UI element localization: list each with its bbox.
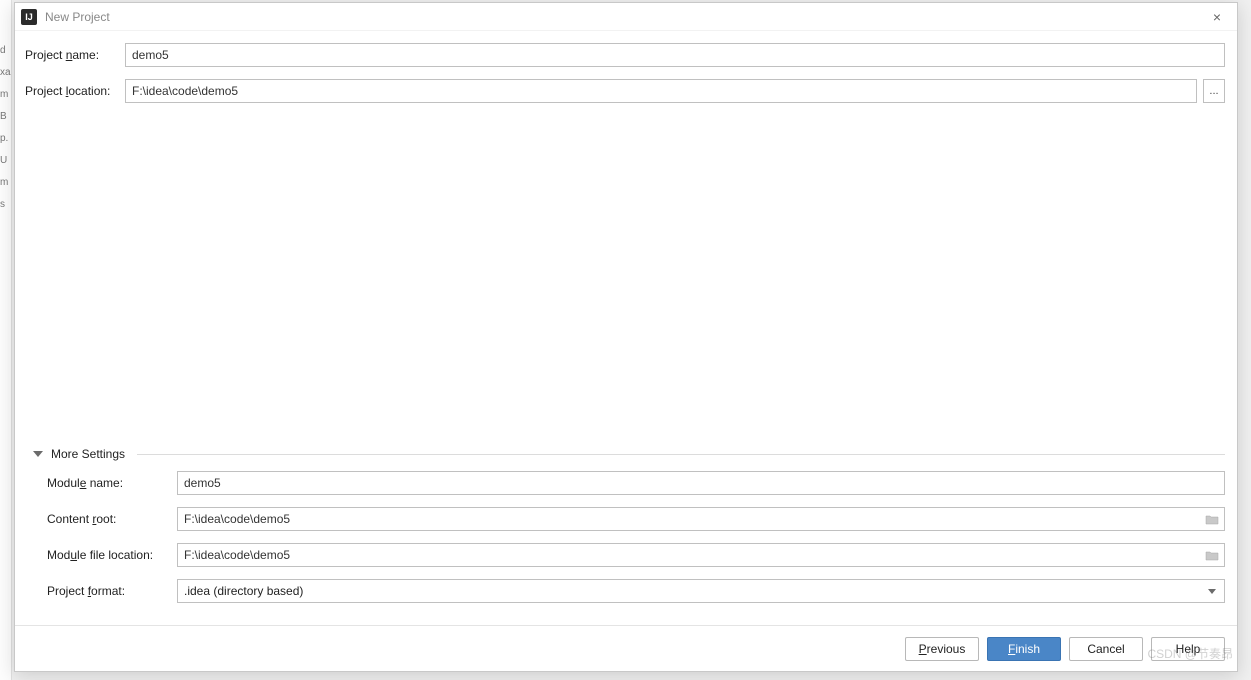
project-name-input[interactable] [125,43,1225,67]
module-file-location-label: Module file location: [47,548,177,562]
module-file-location-input[interactable] [177,543,1225,567]
finish-button[interactable]: Finish [987,637,1061,661]
more-settings-header[interactable]: More Settings [33,447,1225,461]
content-root-label: Content root: [47,512,177,526]
folder-icon[interactable] [1205,514,1219,525]
module-file-location-row: Module file location: [47,543,1225,567]
content-spacer [25,115,1225,439]
dialog-content: Project name: Project location: ... More… [15,31,1237,625]
button-bar: Previous Finish Cancel Help [15,625,1237,671]
more-settings-label: More Settings [51,447,125,461]
project-location-label: Project location: [25,84,125,98]
project-format-value: .idea (directory based) [184,584,303,598]
close-icon[interactable]: × [1203,9,1231,25]
folder-icon[interactable] [1205,550,1219,561]
project-name-row: Project name: [25,43,1225,67]
browse-location-button[interactable]: ... [1203,79,1225,103]
help-button[interactable]: Help [1151,637,1225,661]
content-root-row: Content root: [47,507,1225,531]
module-name-row: Module name: [47,471,1225,495]
project-location-row: Project location: ... [25,79,1225,103]
previous-button[interactable]: Previous [905,637,979,661]
chevron-down-icon [33,451,43,457]
project-location-input[interactable] [125,79,1197,103]
chevron-down-icon [1208,589,1216,594]
more-settings-section: More Settings Module name: Content root: [25,439,1225,625]
app-icon: IJ [21,9,37,25]
project-format-select[interactable]: .idea (directory based) [177,579,1225,603]
module-name-input[interactable] [177,471,1225,495]
dialog-title: New Project [45,10,1203,24]
content-root-input[interactable] [177,507,1225,531]
new-project-dialog: IJ New Project × Project name: Project l… [14,2,1238,672]
module-name-label: Module name: [47,476,177,490]
titlebar[interactable]: IJ New Project × [15,3,1237,31]
project-format-row: Project format: .idea (directory based) [47,579,1225,603]
cancel-button[interactable]: Cancel [1069,637,1143,661]
project-format-label: Project format: [47,584,177,598]
background-sidebar-fragment: d xa m B p. U m s [0,0,12,680]
more-settings-divider [137,454,1225,455]
project-name-label: Project name: [25,48,125,62]
